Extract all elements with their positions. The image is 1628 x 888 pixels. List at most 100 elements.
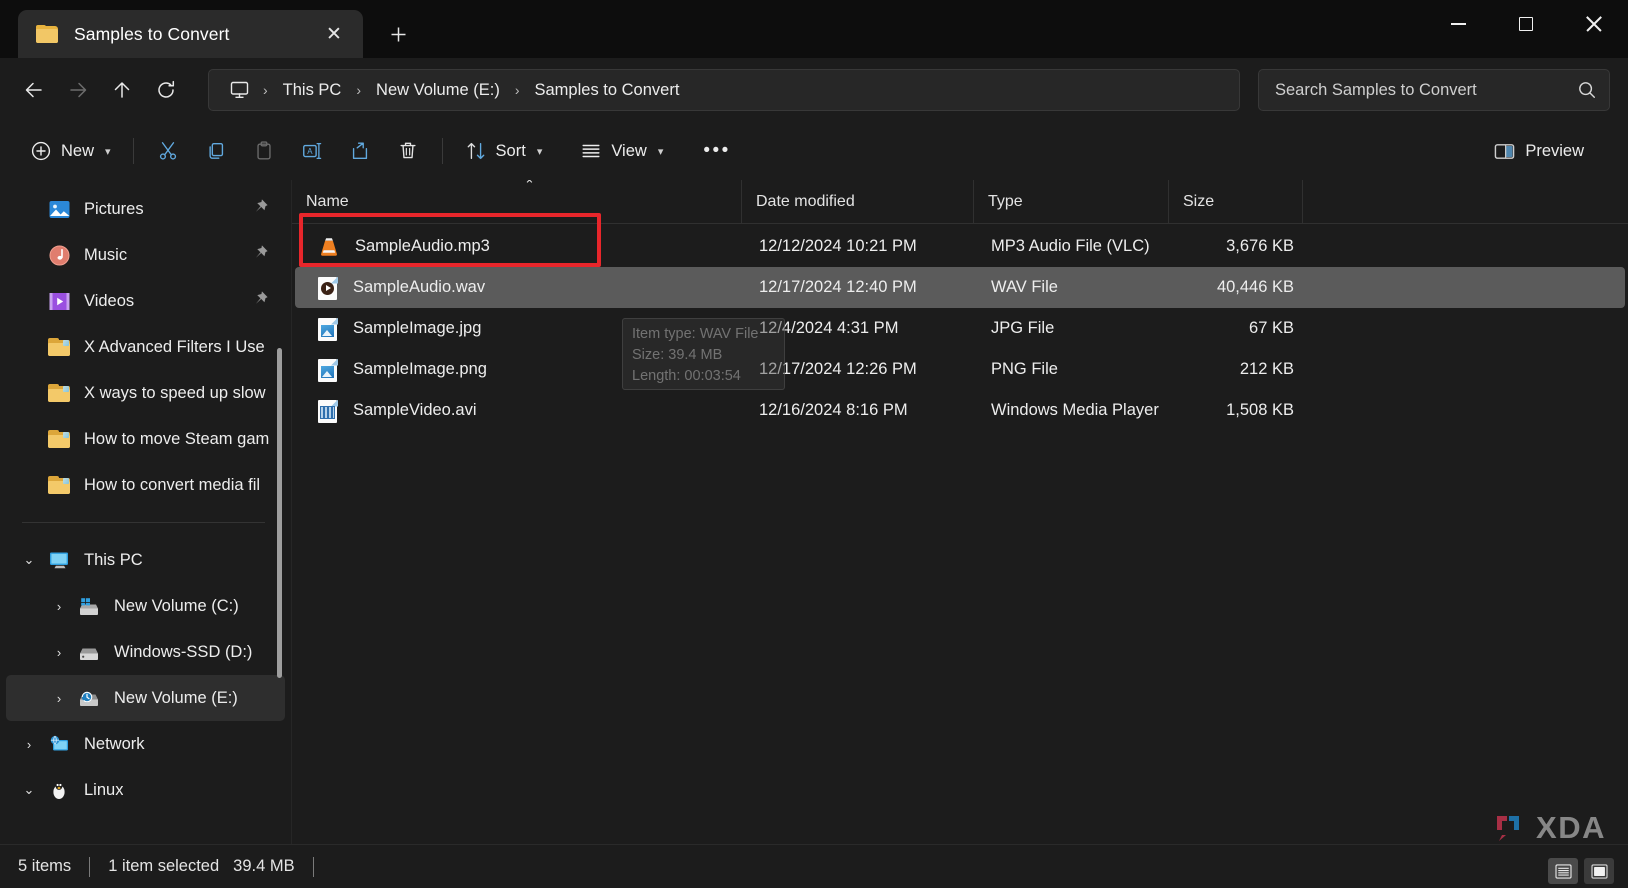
sidebar-item-label: How to move Steam gam bbox=[84, 429, 270, 448]
search-box[interactable] bbox=[1258, 69, 1610, 111]
column-header-size[interactable]: Size bbox=[1169, 180, 1303, 224]
breadcrumb-separator: › bbox=[514, 82, 520, 98]
rename-button[interactable]: A bbox=[288, 131, 336, 171]
large-icons-view-button[interactable] bbox=[1584, 858, 1614, 884]
sidebar-item-how-to-convert-media[interactable]: › How to convert media fil bbox=[6, 462, 285, 508]
wav-file-icon bbox=[317, 276, 339, 300]
file-name-label: SampleImage.png bbox=[353, 360, 487, 378]
file-date-cell: 12/16/2024 8:16 PM bbox=[759, 401, 908, 419]
chevron-down-icon: ▾ bbox=[657, 145, 664, 158]
ellipsis-icon: ••• bbox=[703, 140, 731, 161]
pin-icon[interactable] bbox=[252, 290, 269, 312]
tab-samples-to-convert[interactable]: Samples to Convert ✕ bbox=[18, 10, 363, 58]
chevron-right-icon[interactable]: › bbox=[44, 691, 74, 706]
refresh-icon bbox=[158, 80, 175, 98]
folder-icon bbox=[44, 476, 74, 494]
forward-button[interactable] bbox=[56, 70, 100, 110]
preview-pane-icon bbox=[1495, 143, 1515, 159]
column-header-type[interactable]: Type bbox=[974, 180, 1169, 224]
folder-icon bbox=[44, 430, 74, 448]
monitor-icon[interactable] bbox=[223, 80, 256, 100]
close-icon[interactable]: ✕ bbox=[319, 19, 349, 49]
delete-button[interactable] bbox=[384, 131, 432, 171]
minimize-button[interactable] bbox=[1424, 0, 1492, 48]
view-button[interactable]: View ▾ bbox=[568, 131, 675, 171]
table-row[interactable]: SampleAudio.wav 12/17/2024 12:40 PM WAV … bbox=[295, 267, 1625, 308]
file-type-cell: MP3 Audio File (VLC) bbox=[991, 237, 1150, 255]
sidebar-item-pictures[interactable]: › Pictures bbox=[6, 186, 285, 232]
sidebar-item-label: New Volume (C:) bbox=[114, 596, 239, 615]
arrow-left-icon bbox=[25, 82, 42, 98]
up-button[interactable] bbox=[100, 70, 144, 110]
copy-button[interactable] bbox=[192, 131, 240, 171]
close-window-button[interactable] bbox=[1560, 0, 1628, 48]
search-input[interactable] bbox=[1275, 80, 1577, 100]
sidebar-item-label: How to convert media fil bbox=[84, 475, 261, 494]
chevron-right-icon[interactable]: › bbox=[14, 737, 44, 752]
pin-icon[interactable] bbox=[252, 198, 269, 220]
column-header-label: Type bbox=[988, 192, 1023, 210]
folder-icon bbox=[36, 25, 58, 43]
breadcrumb[interactable]: › This PC › New Volume (E:) › Samples to… bbox=[208, 69, 1240, 111]
details-view-button[interactable] bbox=[1548, 858, 1578, 884]
file-list-pane[interactable]: Name Date modified Type Size ⌃ SampleAud… bbox=[292, 180, 1628, 844]
divider bbox=[441, 138, 443, 164]
sort-button[interactable]: Sort ▾ bbox=[453, 131, 555, 171]
new-tab-button[interactable] bbox=[379, 15, 417, 53]
table-row[interactable]: SampleVideo.avi 12/16/2024 8:16 PM Windo… bbox=[295, 390, 1625, 431]
sidebar-item-new-volume-c[interactable]: › New Volume (C:) bbox=[6, 583, 285, 629]
new-button[interactable]: New ▾ bbox=[18, 131, 123, 171]
breadcrumb-item-new-volume-e[interactable]: New Volume (E:) bbox=[368, 77, 508, 104]
preview-button[interactable]: Preview bbox=[1481, 131, 1596, 171]
cut-button[interactable] bbox=[144, 131, 192, 171]
sidebar-item-x-ways-to-speed-up[interactable]: › X ways to speed up slow bbox=[6, 370, 285, 416]
videos-icon bbox=[44, 291, 74, 312]
pin-icon[interactable] bbox=[252, 244, 269, 266]
sidebar-item-network[interactable]: › Network bbox=[6, 721, 285, 767]
sidebar-item-how-to-move-steam[interactable]: › How to move Steam gam bbox=[6, 416, 285, 462]
sidebar-item-label: This PC bbox=[84, 550, 143, 569]
chevron-placeholder: › bbox=[14, 478, 44, 493]
column-header-date-modified[interactable]: Date modified bbox=[742, 180, 974, 224]
sidebar-scrollbar[interactable] bbox=[277, 348, 282, 678]
quick-access-list: › Pictures › bbox=[0, 180, 291, 813]
sidebar-item-new-volume-e[interactable]: › New Volume (E:) bbox=[6, 675, 285, 721]
column-headers: Name Date modified Type Size ⌃ bbox=[292, 180, 1628, 224]
music-icon bbox=[44, 245, 74, 266]
column-header-name[interactable]: Name bbox=[292, 180, 742, 224]
chevron-right-icon[interactable]: › bbox=[44, 599, 74, 614]
chevron-down-icon: ▾ bbox=[536, 145, 543, 158]
sidebar-item-label: X Advanced Filters I Use bbox=[84, 337, 265, 356]
chevron-right-icon[interactable]: › bbox=[44, 645, 74, 660]
table-row[interactable]: SampleAudio.mp3 12/12/2024 10:21 PM MP3 … bbox=[295, 226, 1625, 267]
column-header-label: Size bbox=[1183, 192, 1215, 210]
sidebar-item-label: Pictures bbox=[84, 199, 144, 218]
file-type-cell: JPG File bbox=[991, 319, 1055, 337]
details-view-icon bbox=[1554, 863, 1572, 879]
refresh-button[interactable] bbox=[144, 70, 188, 110]
breadcrumb-item-samples-to-convert[interactable]: Samples to Convert bbox=[527, 77, 688, 104]
maximize-button[interactable] bbox=[1492, 0, 1560, 48]
search-icon[interactable] bbox=[1577, 80, 1597, 100]
chevron-down-icon[interactable]: ⌄ bbox=[14, 782, 44, 798]
sidebar-item-music[interactable]: › Music bbox=[6, 232, 285, 278]
paste-button[interactable] bbox=[240, 131, 288, 171]
folder-icon bbox=[44, 384, 74, 402]
share-button[interactable] bbox=[336, 131, 384, 171]
sidebar-item-videos[interactable]: › Videos bbox=[6, 278, 285, 324]
monitor-glyph bbox=[230, 81, 249, 98]
folder-icon bbox=[44, 338, 74, 356]
table-row[interactable]: SampleImage.png 12/17/2024 12:26 PM PNG … bbox=[295, 349, 1625, 390]
breadcrumb-item-this-pc[interactable]: This PC bbox=[275, 77, 350, 104]
table-row[interactable]: SampleImage.jpg 12/4/2024 4:31 PM JPG Fi… bbox=[295, 308, 1625, 349]
sidebar-item-this-pc[interactable]: ⌄ This PC bbox=[6, 537, 285, 583]
rename-icon: A bbox=[302, 143, 321, 159]
sidebar-item-windows-ssd-d[interactable]: › Windows-SSD (D:) bbox=[6, 629, 285, 675]
chevron-down-icon: ▾ bbox=[105, 145, 111, 158]
chevron-down-icon[interactable]: ⌄ bbox=[14, 552, 44, 568]
more-options-button[interactable]: ••• bbox=[691, 131, 742, 171]
sidebar-item-x-advanced-filters[interactable]: › X Advanced Filters I Use bbox=[6, 324, 285, 370]
navigation-pane[interactable]: › Pictures › bbox=[0, 180, 292, 844]
sidebar-item-linux[interactable]: ⌄ Linux bbox=[6, 767, 285, 813]
back-button[interactable] bbox=[12, 70, 56, 110]
